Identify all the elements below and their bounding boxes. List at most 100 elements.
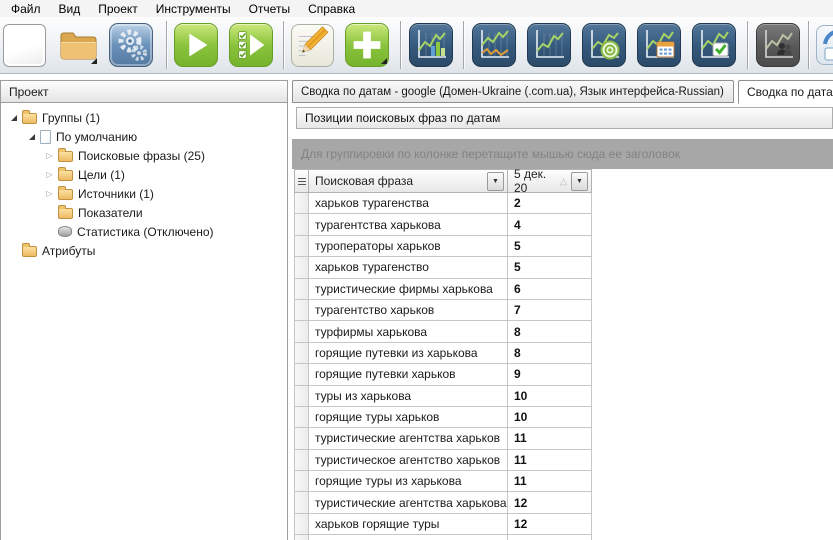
tree-item[interactable]: Источники (1) bbox=[1, 184, 287, 203]
table-row[interactable]: харьков турагенства 2 bbox=[294, 193, 592, 215]
table-row[interactable]: туры из харькова 10 bbox=[294, 385, 592, 407]
table-row[interactable]: турагентства харькова 4 bbox=[294, 214, 592, 236]
table-row[interactable]: горящие путевки харьков 9 bbox=[294, 364, 592, 386]
row-indicator-cell bbox=[294, 278, 309, 300]
tree-item-label: Атрибуты bbox=[42, 243, 96, 258]
table-row[interactable]: туристические агентства харьков 11 bbox=[294, 428, 592, 450]
filter-dropdown-icon[interactable]: ▼ bbox=[571, 171, 588, 191]
column-header-date[interactable]: 5 дек. 20 △ ▼ bbox=[508, 167, 592, 195]
expanded-arrow-icon[interactable] bbox=[25, 133, 38, 140]
table-row[interactable]: горящие путевки из харькова 8 bbox=[294, 342, 592, 365]
tree-item[interactable]: По умолчанию bbox=[1, 127, 287, 146]
add-item-button[interactable] bbox=[345, 23, 389, 67]
phrase-cell: харьков горящие путевки bbox=[309, 535, 508, 540]
menu-bar: Файл Вид Проект Инструменты Отчеты Справка bbox=[0, 0, 833, 17]
tree-item[interactable]: Цели (1) bbox=[1, 165, 287, 184]
toolbar-separator bbox=[400, 21, 401, 69]
check-selected-positions-button[interactable] bbox=[229, 23, 273, 67]
tree-item[interactable]: Атрибуты bbox=[1, 241, 287, 260]
position-value-cell: 12 bbox=[508, 513, 592, 536]
toolbar-separator bbox=[747, 21, 748, 69]
row-indicator-cell bbox=[294, 299, 309, 322]
collapsed-arrow-icon[interactable] bbox=[43, 189, 56, 198]
report-line-chart-button[interactable] bbox=[527, 23, 571, 67]
table-body: харьков турагенства 2 турагентства харьков… bbox=[294, 193, 592, 540]
db-icon bbox=[58, 226, 72, 237]
toolbar-separator bbox=[463, 21, 464, 69]
sort-ascending-icon: △ bbox=[560, 175, 567, 186]
tree-item-label: Цели (1) bbox=[78, 167, 125, 182]
report-checked-chart-button[interactable] bbox=[692, 23, 736, 67]
new-document-icon bbox=[2, 23, 46, 67]
position-value-cell: 11 bbox=[508, 449, 592, 472]
tree-item[interactable]: Группы (1) bbox=[1, 108, 287, 127]
report-competitors-chart-button[interactable] bbox=[756, 23, 800, 67]
table-row[interactable]: туристические фирмы харькова 6 bbox=[294, 278, 592, 300]
table-row[interactable]: горящие туры харьков 10 bbox=[294, 406, 592, 429]
table-row[interactable]: харьков турагенство 5 bbox=[294, 257, 592, 279]
collapsed-arrow-icon[interactable] bbox=[43, 170, 56, 179]
row-indicator-cell bbox=[294, 428, 309, 450]
row-indicator-cell bbox=[294, 513, 309, 536]
row-indicator-cell bbox=[294, 364, 309, 386]
menu-item-4[interactable]: Отчеты bbox=[240, 1, 299, 17]
row-indicator-cell bbox=[294, 385, 309, 407]
edit-notes-button[interactable] bbox=[290, 23, 334, 67]
open-project-button[interactable] bbox=[55, 23, 99, 67]
check-positions-button[interactable] bbox=[174, 23, 218, 67]
folder-icon bbox=[22, 243, 37, 257]
report-positions-bars-chart-button[interactable] bbox=[409, 23, 453, 67]
tree-item[interactable]: Поисковые фразы (25) bbox=[1, 146, 287, 165]
group-by-bar[interactable]: Для группировки по колонке перетащите мы… bbox=[292, 139, 833, 169]
notepad-pencil-icon bbox=[298, 25, 328, 56]
row-indicator-cell bbox=[294, 193, 309, 215]
table-row[interactable]: турфирмы харькова 8 bbox=[294, 321, 592, 343]
menu-item-1[interactable]: Вид bbox=[50, 1, 90, 17]
row-indicator-cell bbox=[294, 321, 309, 343]
filter-dropdown-icon[interactable]: ▼ bbox=[487, 171, 504, 191]
position-value-cell: 5 bbox=[508, 257, 592, 279]
phrase-cell: туристические агентства харькова bbox=[309, 492, 508, 514]
report-dynamics-chart-button[interactable] bbox=[472, 23, 516, 67]
row-indicator-cell bbox=[294, 342, 309, 365]
tab-summary-dates[interactable]: Сводка по датам bbox=[738, 80, 833, 104]
new-project-button[interactable] bbox=[2, 23, 46, 67]
tree-item[interactable]: Показатели bbox=[1, 203, 287, 222]
chart-check-icon bbox=[701, 30, 729, 58]
table-row[interactable]: туроператоры харьков 5 bbox=[294, 235, 592, 258]
tree-item-label: Группы (1) bbox=[42, 110, 100, 125]
report-dates-chart-button[interactable] bbox=[637, 23, 681, 67]
table-row[interactable]: горящие туры из харькова 11 bbox=[294, 471, 592, 493]
toolbar-separator bbox=[283, 21, 284, 69]
report-visibility-chart-button[interactable] bbox=[582, 23, 626, 67]
positions-table: Поисковая фраза ▼ 5 дек. 20 △ ▼ харьков … bbox=[294, 167, 592, 540]
menu-item-3[interactable]: Инструменты bbox=[147, 1, 240, 17]
table-row[interactable]: туристическое агентство харьков 11 bbox=[294, 449, 592, 472]
column-header-phrase[interactable]: Поисковая фраза ▼ bbox=[309, 169, 508, 193]
row-indicator-header[interactable] bbox=[294, 169, 309, 193]
tree-item[interactable]: Статистика (Отключено) bbox=[1, 222, 287, 241]
menu-item-2[interactable]: Проект bbox=[89, 1, 147, 17]
row-indicator-cell bbox=[294, 406, 309, 429]
tree-item-label: Показатели bbox=[78, 205, 143, 220]
group-hint-label: Для группировки по колонке перетащите мы… bbox=[301, 147, 681, 161]
menu-item-0[interactable]: Файл bbox=[2, 1, 50, 17]
row-indicator-cell bbox=[294, 257, 309, 279]
collapsed-arrow-icon[interactable] bbox=[43, 151, 56, 160]
row-indicator-cell bbox=[294, 471, 309, 493]
table-row[interactable]: харьков горящие путевки12 bbox=[294, 535, 592, 540]
project-settings-button[interactable] bbox=[109, 23, 153, 67]
folder-icon bbox=[58, 205, 73, 219]
expanded-arrow-icon[interactable] bbox=[7, 114, 20, 121]
table-row[interactable]: харьков горящие туры 12 bbox=[294, 513, 592, 536]
menu-item-5[interactable]: Справка bbox=[299, 1, 364, 17]
folder-icon bbox=[22, 110, 37, 124]
position-value-cell: 10 bbox=[508, 406, 592, 429]
table-row[interactable]: турагентство харьков 7 bbox=[294, 299, 592, 322]
tab-summary-google[interactable]: Сводка по датам - google (Домен-Ukraine … bbox=[292, 80, 734, 103]
chart-calendar-icon bbox=[646, 30, 675, 58]
table-row[interactable]: туристические агентства харькова 12 bbox=[294, 492, 592, 514]
report-partial-chart-button[interactable] bbox=[816, 23, 833, 67]
play-checklist-icon bbox=[238, 31, 265, 59]
phrase-cell: харьков горящие туры bbox=[309, 513, 508, 536]
